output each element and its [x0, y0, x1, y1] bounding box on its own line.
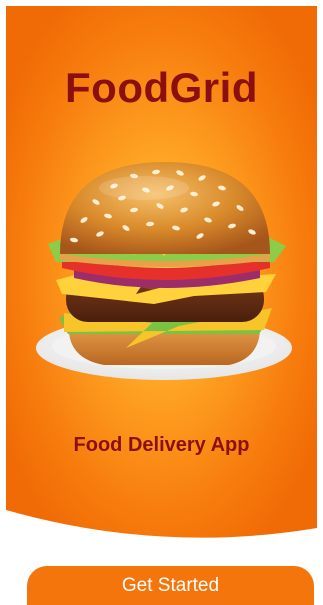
splash-screen: FoodGrid Food Delivery App Get Started [0, 0, 323, 605]
hero-banner: FoodGrid Food Delivery App [6, 6, 317, 546]
app-title: FoodGrid [65, 64, 258, 111]
get-started-button[interactable]: Get Started [27, 566, 314, 605]
app-subtitle: Food Delivery App [73, 434, 250, 456]
burger-illustration [36, 162, 292, 380]
